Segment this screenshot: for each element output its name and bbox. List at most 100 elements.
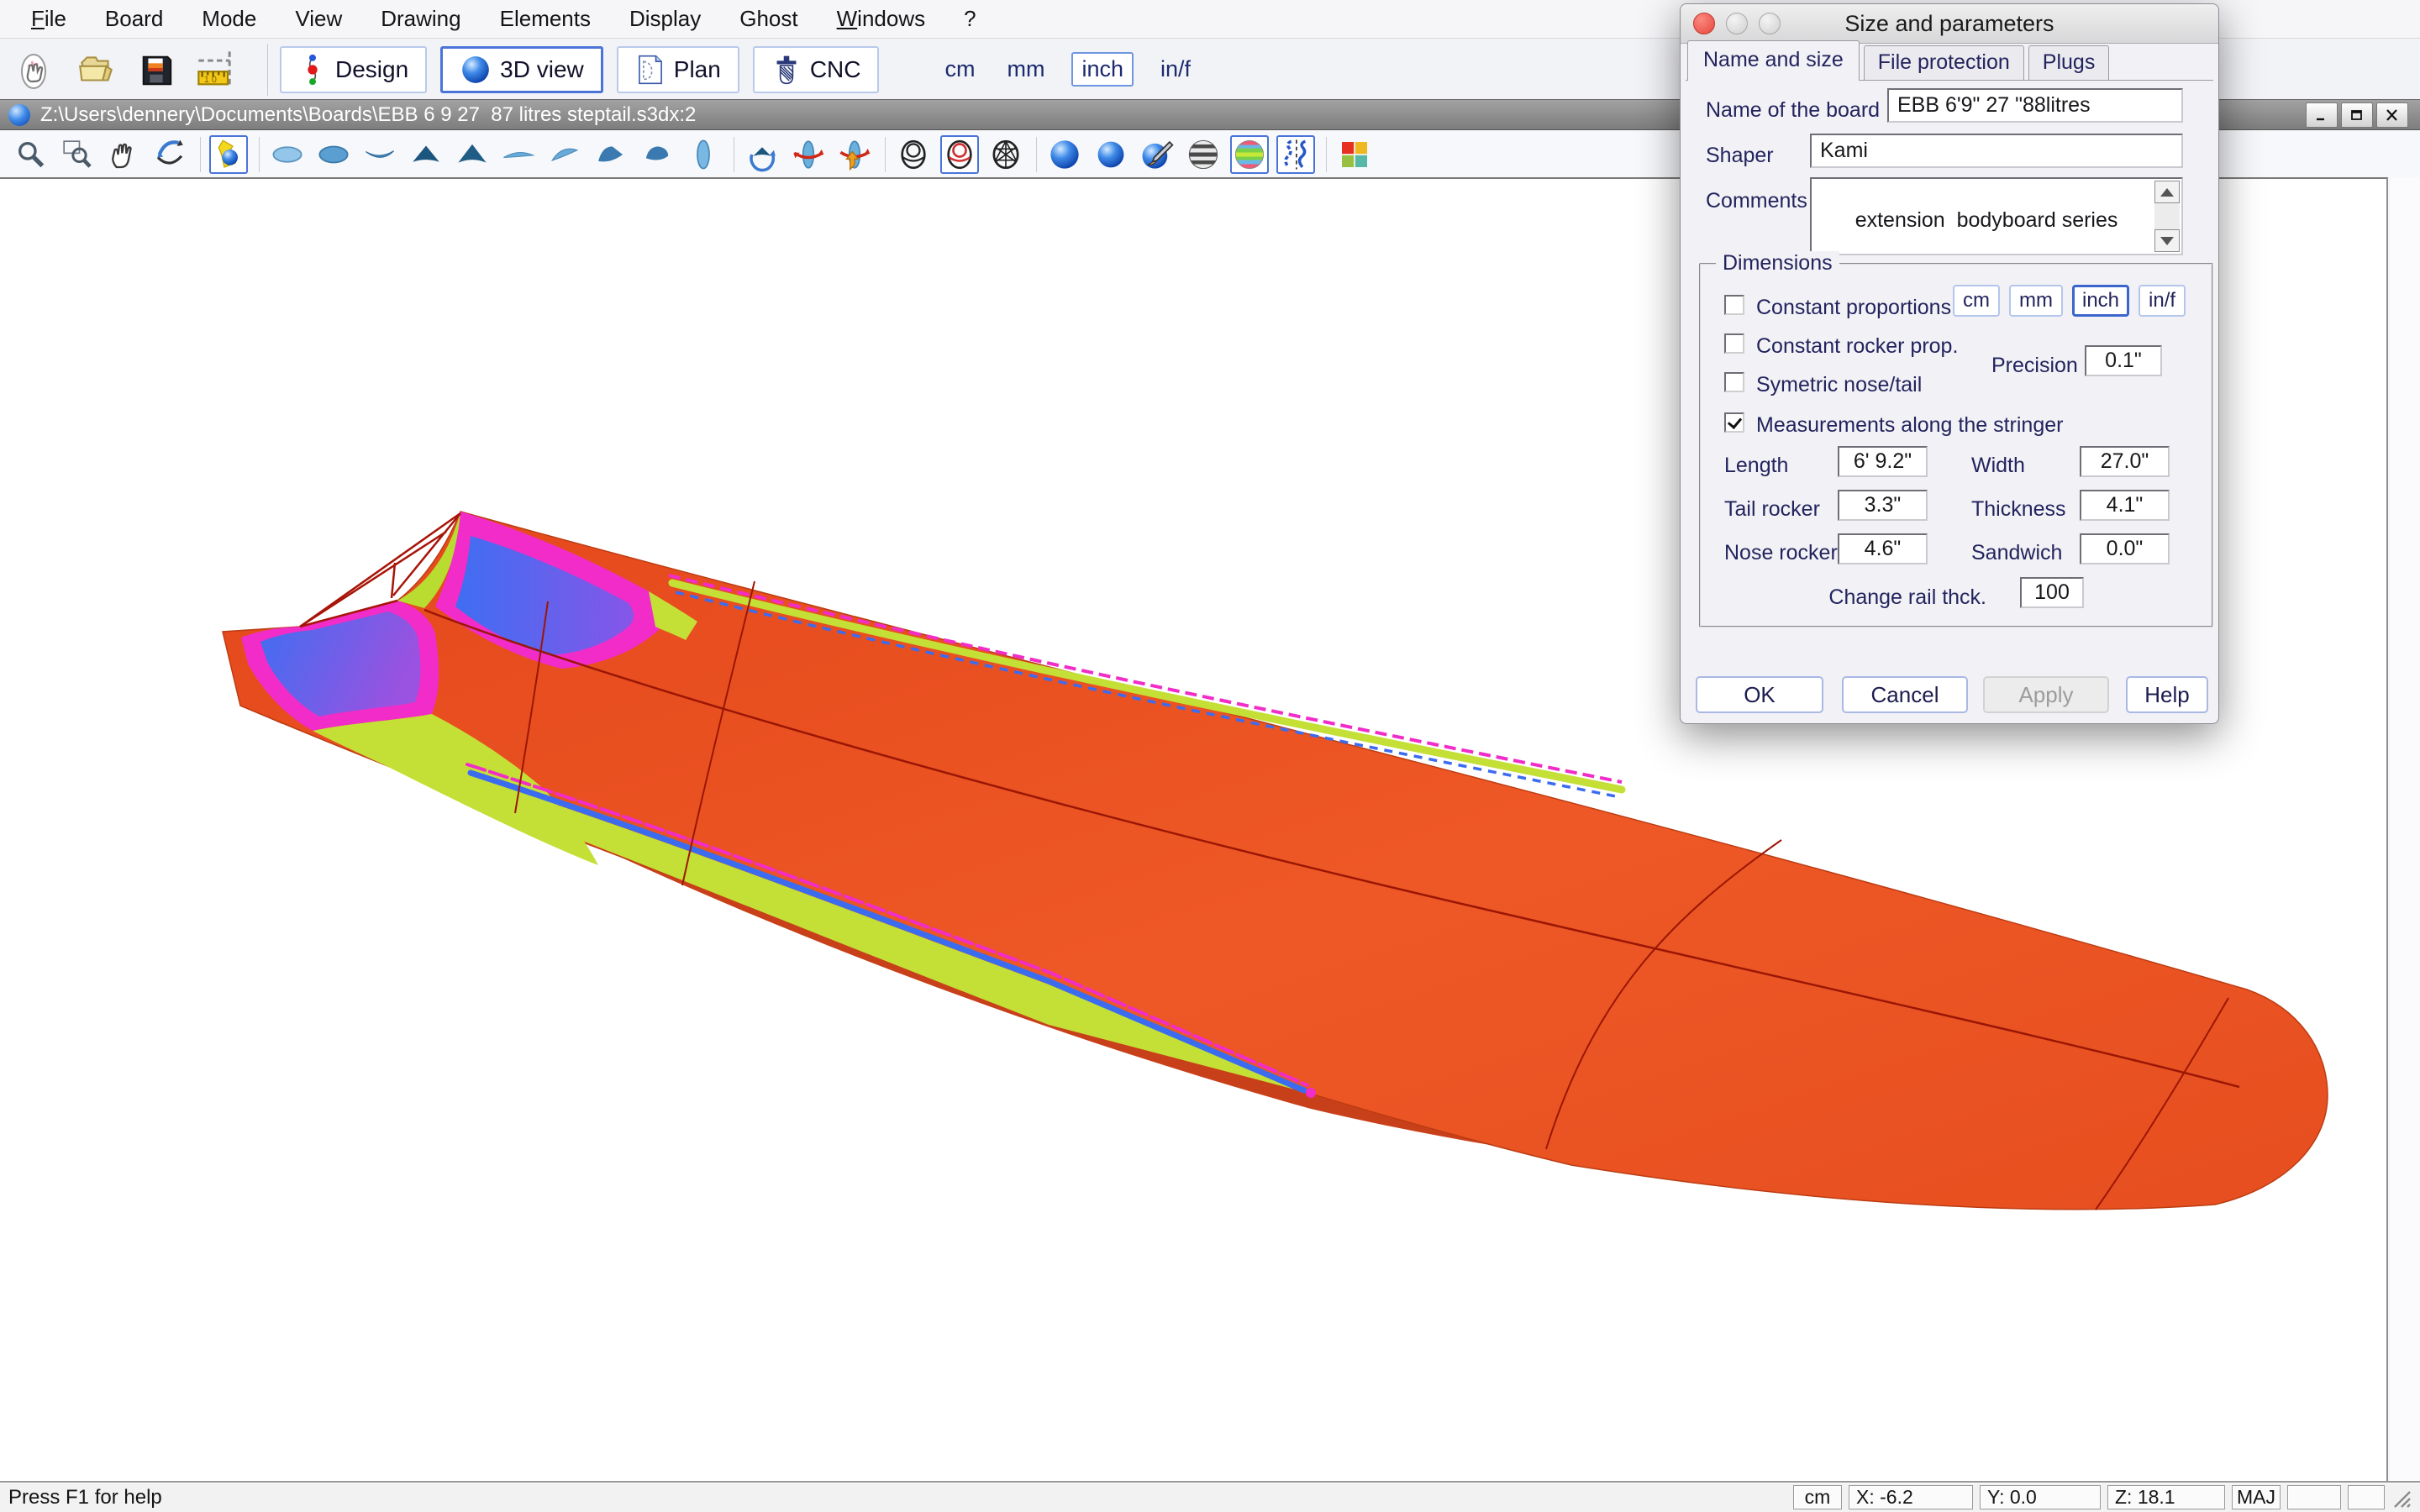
symetric-nose-tail-checkbox[interactable] — [1724, 372, 1744, 392]
scroll-down-icon[interactable] — [2154, 229, 2180, 252]
status-bar: Press F1 for help cm X: -6.2 Y: 0.0 Z: 1… — [0, 1481, 2420, 1512]
constant-rocker-checkbox[interactable] — [1724, 333, 1744, 354]
unit-toggle-group: cm mm inch in/f — [939, 52, 1196, 87]
menu-file[interactable]: File — [12, 6, 86, 32]
render-smooth-icon[interactable] — [1092, 135, 1130, 174]
svg-text:1 0: 1 0 — [204, 75, 217, 85]
dialog-unit-inf[interactable]: in/f — [2139, 285, 2186, 317]
plan-mode-button[interactable]: Plan — [617, 46, 739, 93]
thickness-field[interactable] — [2080, 490, 2170, 521]
view-tail-icon[interactable] — [453, 135, 492, 174]
lighting-icon[interactable] — [209, 135, 248, 174]
name-label: Name of the board — [1706, 98, 1880, 123]
close-button[interactable] — [2376, 102, 2408, 128]
status-y-coord: Y: 0.0 — [1980, 1485, 2101, 1509]
status-help-text: Press F1 for help — [8, 1486, 1786, 1509]
resize-grip-icon[interactable] — [2390, 1487, 2412, 1509]
tab-file-protection[interactable]: File protection — [1864, 45, 2024, 81]
render-bands-icon[interactable] — [1184, 135, 1223, 174]
tab-plugs[interactable]: Plugs — [2028, 45, 2110, 81]
menu-board[interactable]: Board — [86, 6, 182, 32]
rotate-pitch-icon[interactable] — [743, 135, 781, 174]
unit-inch[interactable]: inch — [1071, 52, 1134, 87]
wireframe-red-icon[interactable] — [940, 135, 979, 174]
design-mode-button[interactable]: Design — [280, 46, 427, 93]
toolbar-separator — [200, 137, 201, 172]
status-empty-1 — [2287, 1485, 2341, 1509]
precision-field[interactable] — [2085, 345, 2162, 376]
view-bottom-icon[interactable] — [314, 135, 353, 174]
view-rocker-icon[interactable] — [360, 135, 399, 174]
view-perspective-icon[interactable] — [592, 135, 630, 174]
tab-name-and-size[interactable]: Name and size — [1687, 40, 1860, 81]
rotate-roll-icon[interactable] — [835, 135, 874, 174]
view-outline-icon[interactable] — [684, 135, 723, 174]
menu-elements[interactable]: Elements — [481, 6, 610, 32]
scroll-up-icon[interactable] — [2154, 181, 2180, 203]
menu-display[interactable]: Display — [610, 6, 720, 32]
view-deck-icon[interactable] — [268, 135, 307, 174]
unit-cm[interactable]: cm — [939, 54, 980, 85]
ok-button[interactable]: OK — [1696, 676, 1823, 713]
comments-field[interactable]: extension bodyboard series — [1810, 177, 2183, 255]
menu-mode[interactable]: Mode — [182, 6, 276, 32]
menu-help[interactable]: ? — [944, 6, 995, 32]
save-icon[interactable] — [134, 48, 178, 92]
view-nose-icon[interactable] — [407, 135, 445, 174]
view-rail-right-icon[interactable] — [545, 135, 584, 174]
color-squares-icon[interactable] — [1335, 135, 1374, 174]
unit-inf[interactable]: in/f — [1155, 54, 1196, 85]
change-rail-label: Change rail thck. — [1785, 585, 1986, 610]
app-window: File Board Mode View Drawing Elements Di… — [0, 0, 2420, 1512]
measurements-stringer-checkbox[interactable] — [1724, 412, 1744, 433]
measure-icon[interactable]: 1 0 — [195, 48, 239, 92]
width-field[interactable] — [2080, 446, 2170, 477]
dialog-unit-cm[interactable]: cm — [1953, 285, 2000, 317]
pointer-hand-icon[interactable] — [13, 48, 57, 92]
unit-mm[interactable]: mm — [1002, 54, 1050, 85]
toolbar-separator — [885, 137, 886, 172]
tail-rocker-field[interactable] — [1838, 490, 1928, 521]
zoom-icon[interactable] — [12, 135, 50, 174]
maximize-button[interactable] — [2341, 102, 2373, 128]
change-rail-field[interactable] — [2020, 577, 2084, 608]
3d-view-label: 3D view — [500, 56, 584, 83]
3d-view-mode-button[interactable]: 3D view — [440, 46, 603, 93]
check-icon — [1728, 414, 1742, 429]
sandwich-field[interactable] — [2080, 533, 2170, 564]
nose-rocker-field[interactable] — [1838, 533, 1928, 564]
status-z-coord: Z: 18.1 — [2107, 1485, 2225, 1509]
dialog-titlebar[interactable]: Size and parameters — [1681, 4, 2218, 44]
length-field[interactable] — [1838, 446, 1928, 477]
shaper-field[interactable] — [1810, 134, 2183, 168]
dialog-unit-inch[interactable]: inch — [2072, 285, 2129, 317]
wireframe-icon[interactable] — [894, 135, 933, 174]
status-x-coord: X: -6.2 — [1849, 1485, 1973, 1509]
board-name-field[interactable] — [1887, 88, 2183, 123]
symmetry-icon[interactable] — [1276, 135, 1315, 174]
render-curvature-icon[interactable] — [1230, 135, 1269, 174]
view-rail-left-icon[interactable] — [499, 135, 538, 174]
menu-view[interactable]: View — [276, 6, 361, 32]
menu-windows[interactable]: Windows — [818, 6, 944, 32]
menu-drawing[interactable]: Drawing — [361, 6, 480, 32]
help-button[interactable]: Help — [2126, 676, 2208, 713]
menu-ghost[interactable]: Ghost — [720, 6, 817, 32]
constant-proportions-checkbox[interactable] — [1724, 295, 1744, 315]
render-sphere-icon[interactable] — [1045, 135, 1084, 174]
minimize-button[interactable] — [2306, 102, 2338, 128]
open-folder-icon[interactable] — [74, 48, 118, 92]
rotate-3d-icon[interactable] — [150, 135, 189, 174]
dialog-unit-mm[interactable]: mm — [2009, 285, 2063, 317]
comments-scrollbar[interactable] — [2154, 181, 2180, 252]
render-paint-icon[interactable] — [1138, 135, 1176, 174]
zoom-window-icon[interactable] — [58, 135, 97, 174]
rotate-yaw-icon[interactable] — [789, 135, 828, 174]
view-oblique-icon[interactable] — [638, 135, 676, 174]
cancel-button[interactable]: Cancel — [1842, 676, 1968, 713]
cnc-mode-button[interactable]: CNC — [753, 46, 880, 93]
plan-icon — [635, 53, 666, 87]
mesh-icon[interactable] — [986, 135, 1025, 174]
apply-button[interactable]: Apply — [1983, 676, 2109, 713]
pan-hand-icon[interactable] — [104, 135, 143, 174]
